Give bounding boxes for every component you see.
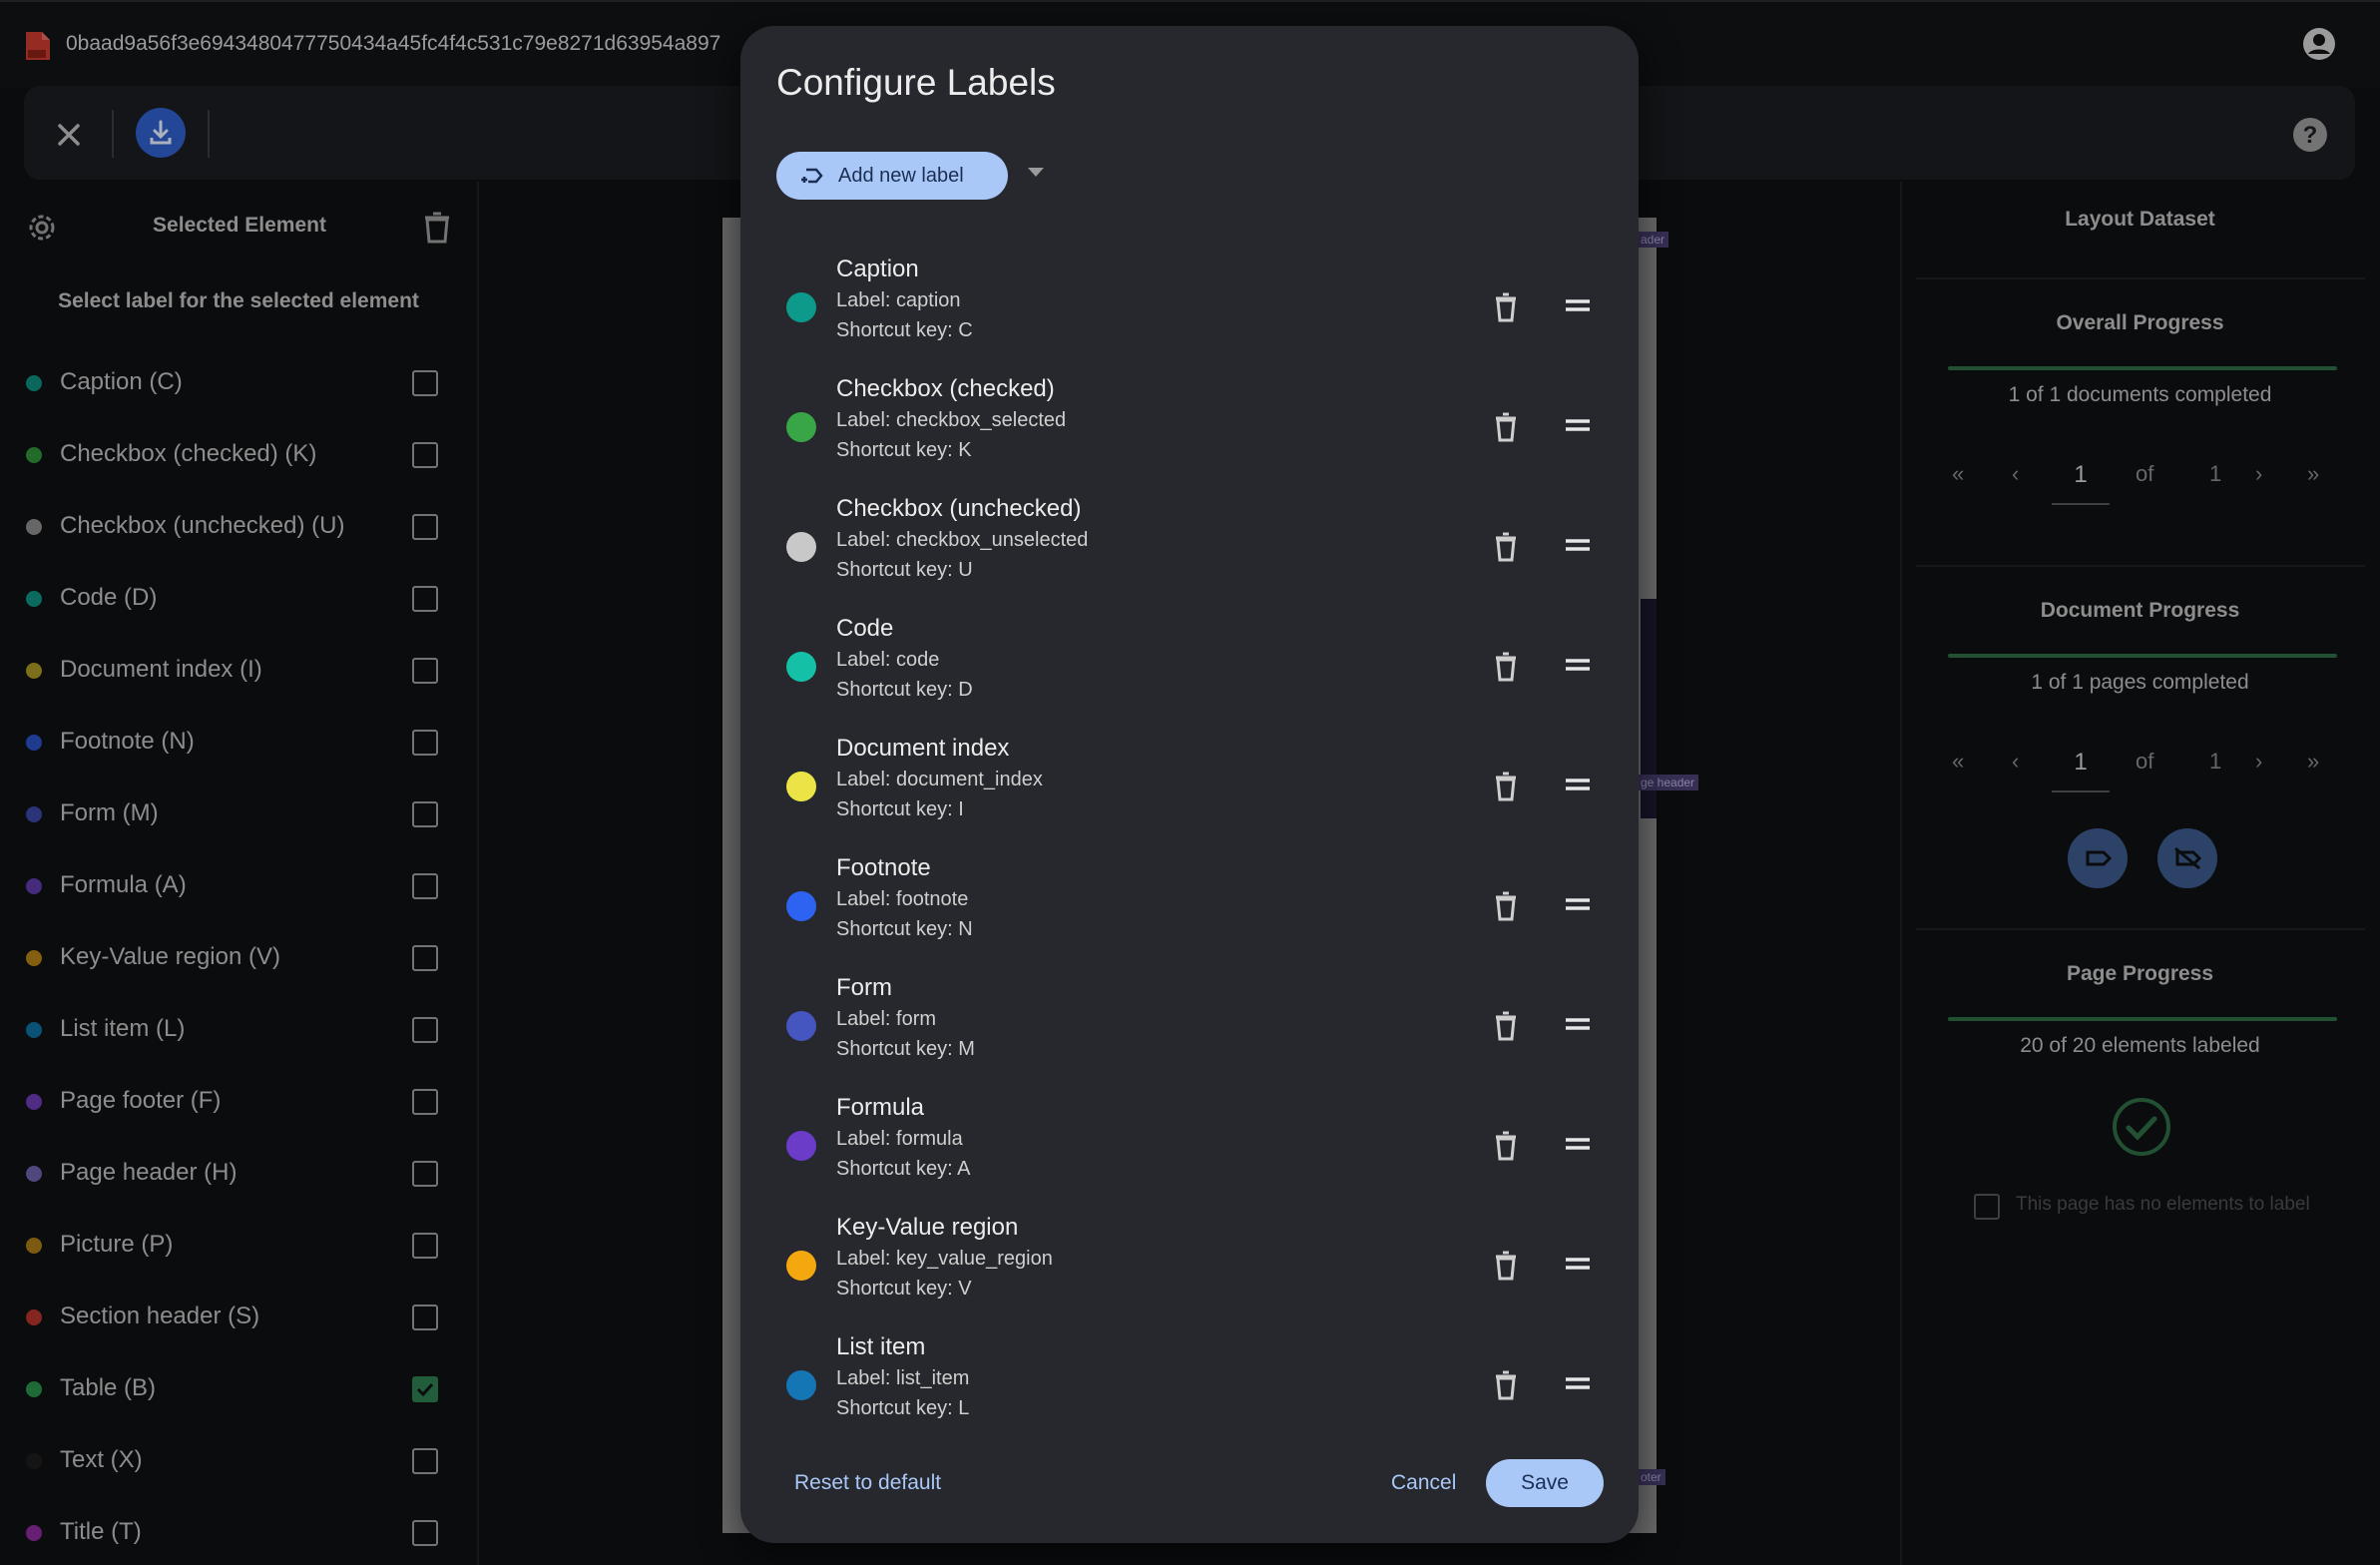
label-display-name: Checkbox (checked) — [836, 375, 1055, 402]
drag-handle-icon[interactable] — [1565, 417, 1591, 433]
save-button[interactable]: Save — [1486, 1459, 1604, 1507]
delete-icon[interactable] — [1493, 291, 1519, 323]
label-shortcut: Shortcut key: K — [836, 439, 972, 461]
new-label-icon — [801, 168, 823, 184]
label-display-name: Code — [836, 615, 894, 642]
label-display-name: Formula — [836, 1094, 925, 1121]
label-shortcut: Shortcut key: M — [836, 1038, 975, 1060]
label-shortcut: Shortcut key: I — [836, 798, 964, 820]
drag-handle-icon[interactable] — [1565, 537, 1591, 553]
label-config-item: Formula Label: formula Shortcut key: A — [776, 1094, 1605, 1214]
label-color-swatch[interactable] — [786, 1370, 816, 1400]
label-color-swatch[interactable] — [786, 532, 816, 562]
label-color-swatch[interactable] — [786, 652, 816, 682]
reset-to-default-button[interactable]: Reset to default — [794, 1471, 941, 1495]
label-id: Label: checkbox_selected — [836, 409, 1067, 431]
label-shortcut: Shortcut key: N — [836, 918, 973, 940]
label-id: Label: document_index — [836, 769, 1043, 790]
delete-icon[interactable] — [1493, 1010, 1519, 1042]
label-id: Label: caption — [836, 289, 961, 311]
label-color-swatch[interactable] — [786, 1131, 816, 1161]
label-display-name: Checkbox (unchecked) — [836, 495, 1082, 522]
label-color-swatch[interactable] — [786, 891, 816, 921]
chevron-down-icon[interactable] — [1028, 168, 1044, 177]
label-display-name: Document index — [836, 735, 1010, 762]
label-color-swatch[interactable] — [786, 292, 816, 322]
delete-icon[interactable] — [1493, 771, 1519, 802]
label-config-item: Checkbox (unchecked) Label: checkbox_unse… — [776, 495, 1605, 615]
drag-handle-icon[interactable] — [1565, 1375, 1591, 1391]
label-config-item: List item Label: list_item Shortcut key: L — [776, 1333, 1605, 1453]
drag-handle-icon[interactable] — [1565, 1256, 1591, 1272]
label-display-name: Key-Value region — [836, 1214, 1019, 1241]
label-display-name: Form — [836, 974, 892, 1001]
cancel-button[interactable]: Cancel — [1391, 1471, 1456, 1495]
delete-icon[interactable] — [1493, 1369, 1519, 1401]
label-shortcut: Shortcut key: L — [836, 1397, 970, 1419]
label-shortcut: Shortcut key: A — [836, 1158, 971, 1180]
delete-icon[interactable] — [1493, 411, 1519, 443]
label-shortcut: Shortcut key: C — [836, 319, 973, 341]
label-id: Label: checkbox_unselected — [836, 529, 1089, 551]
delete-icon[interactable] — [1493, 1130, 1519, 1162]
label-config-item: Key-Value region Label: key_value_region S… — [776, 1214, 1605, 1333]
label-config-item: Footnote Label: footnote Shortcut key: N — [776, 854, 1605, 974]
label-config-item: Checkbox (checked) Label: checkbox_select… — [776, 375, 1605, 495]
label-id: Label: form — [836, 1008, 937, 1030]
label-display-name: List item — [836, 1333, 926, 1360]
label-shortcut: Shortcut key: U — [836, 559, 973, 581]
drag-handle-icon[interactable] — [1565, 896, 1591, 912]
label-color-swatch[interactable] — [786, 1251, 816, 1281]
drag-handle-icon[interactable] — [1565, 1016, 1591, 1032]
delete-icon[interactable] — [1493, 651, 1519, 683]
label-config-item: Code Label: code Shortcut key: D — [776, 615, 1605, 735]
label-display-name: Caption — [836, 256, 919, 282]
label-color-swatch[interactable] — [786, 772, 816, 801]
label-config-item: Caption Label: caption Shortcut key: C — [776, 256, 1605, 375]
drag-handle-icon[interactable] — [1565, 657, 1591, 673]
label-shortcut: Shortcut key: D — [836, 679, 973, 701]
add-new-label-button[interactable]: Add new label — [776, 152, 1008, 200]
label-id: Label: list_item — [836, 1367, 970, 1389]
label-config-item: Form Label: form Shortcut key: M — [776, 974, 1605, 1094]
label-color-swatch[interactable] — [786, 412, 816, 442]
delete-icon[interactable] — [1493, 531, 1519, 563]
delete-icon[interactable] — [1493, 1250, 1519, 1282]
label-config-item: Document index Label: document_index Short… — [776, 735, 1605, 854]
add-new-label-text: Add new label — [838, 165, 964, 187]
drag-handle-icon[interactable] — [1565, 1136, 1591, 1152]
label-display-name: Footnote — [836, 854, 931, 881]
label-id: Label: code — [836, 649, 940, 671]
label-id: Label: key_value_region — [836, 1248, 1053, 1270]
drag-handle-icon[interactable] — [1565, 297, 1591, 313]
label-id: Label: footnote — [836, 888, 969, 910]
drag-handle-icon[interactable] — [1565, 777, 1591, 792]
label-color-swatch[interactable] — [786, 1011, 816, 1041]
delete-icon[interactable] — [1493, 890, 1519, 922]
label-shortcut: Shortcut key: V — [836, 1278, 972, 1300]
label-id: Label: formula — [836, 1128, 963, 1150]
dialog-title: Configure Labels — [776, 62, 1056, 103]
